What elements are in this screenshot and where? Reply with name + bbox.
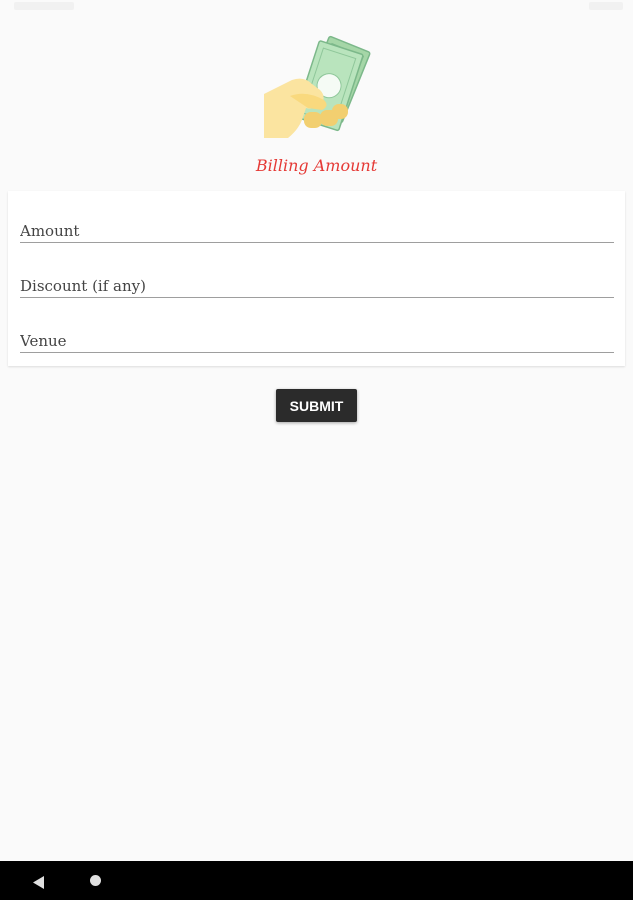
discount-field[interactable] [20, 275, 614, 297]
page-title: Billing Amount [255, 156, 378, 175]
billing-form [8, 191, 625, 366]
system-navigation-bar [0, 861, 633, 900]
back-triangle-icon[interactable] [33, 874, 45, 889]
status-bar [0, 0, 633, 16]
status-bar-icons [589, 2, 623, 10]
amount-field[interactable] [20, 220, 614, 242]
hand-holding-money-icon [262, 34, 372, 144]
billing-screen: Billing Amount SUBMIT [0, 0, 633, 900]
discount-field-container [20, 275, 614, 298]
submit-button[interactable]: SUBMIT [276, 389, 357, 422]
status-bar-time [14, 2, 74, 10]
home-circle-icon[interactable] [90, 875, 101, 886]
venue-field[interactable] [20, 330, 614, 352]
venue-field-container [20, 330, 614, 353]
amount-field-container [20, 220, 614, 243]
